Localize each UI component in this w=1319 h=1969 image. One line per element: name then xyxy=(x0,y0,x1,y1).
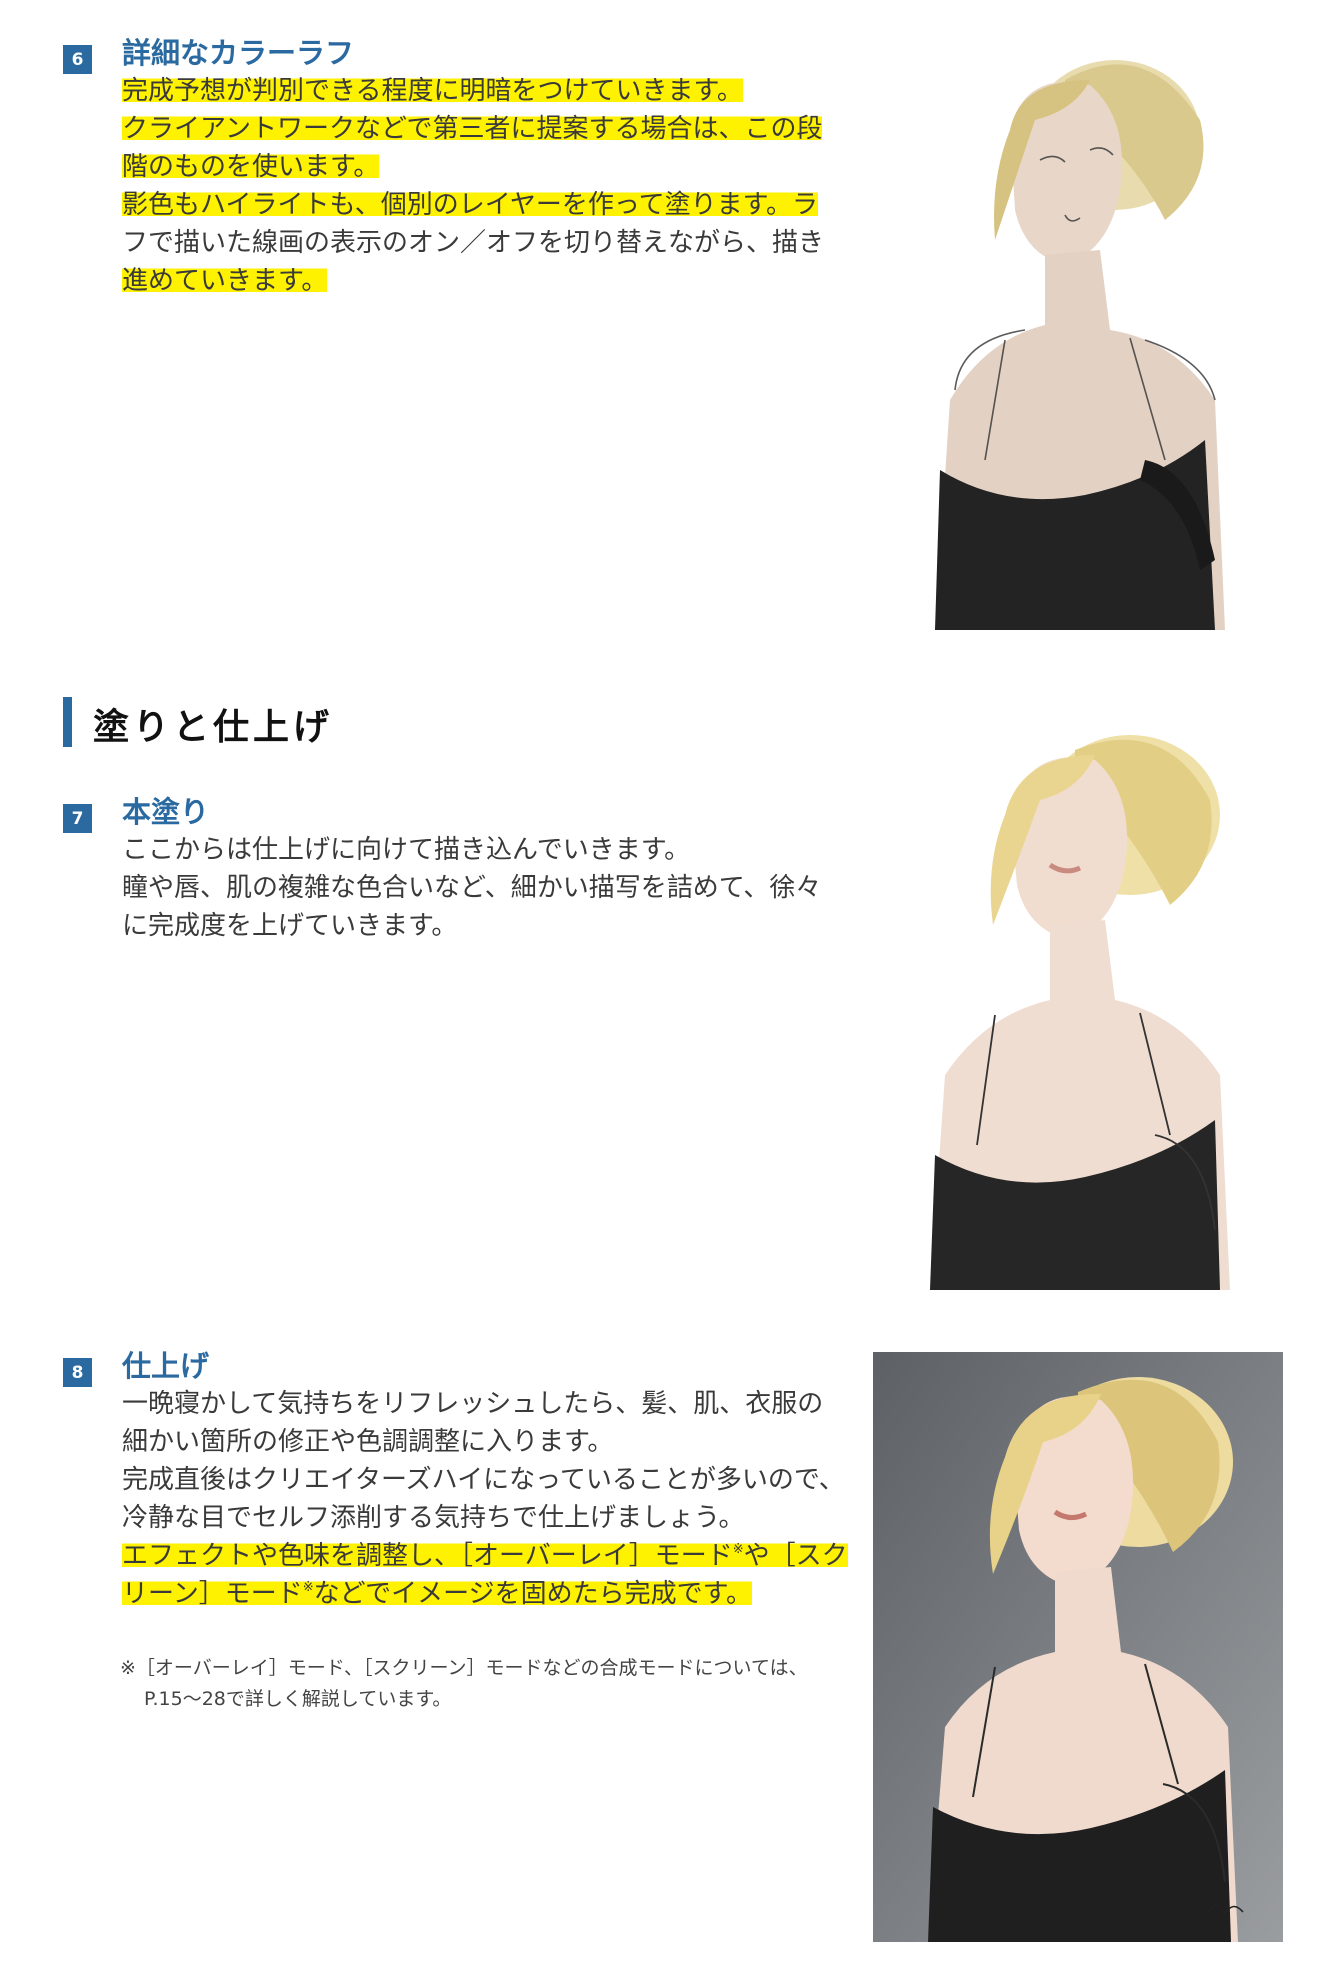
color-rough-illustration xyxy=(915,40,1235,630)
section-heading-bar xyxy=(63,697,72,747)
step-8-number: 8 xyxy=(63,1358,92,1387)
step-8-line-3: 完成直後はクリエイターズハイになっていることが多いので、 xyxy=(122,1465,845,1495)
step-8-line-4: 冷静な目でセルフ添削する気持ちで仕上げましょう。 xyxy=(122,1503,745,1533)
color-rough-figure xyxy=(915,40,1235,630)
step-7-number: 7 xyxy=(63,804,92,833)
step-6-body: 完成予想が判別できる程度に明暗をつけていきます。 クライアントワークなどで第三者… xyxy=(122,72,842,300)
step-7-line-3: に完成度を上げていきます。 xyxy=(122,911,458,941)
step-8-line-6: リーン］モード※などでイメージを固めたら完成です。 xyxy=(122,1579,752,1609)
main-painting-illustration xyxy=(915,715,1235,1290)
finished-illustration xyxy=(873,1352,1283,1942)
step-8-line-5: エフェクトや色味を調整し、［オーバーレイ］モード※や［スク xyxy=(122,1541,848,1571)
step-6-line-3: 階のものを使います。 xyxy=(122,152,380,182)
step-8-body: 一晩寝かして気持ちをリフレッシュしたら、髪、肌、衣服の 細かい箇所の修正や色調調… xyxy=(122,1385,848,1613)
step-6-line-5: フで描いた線画の表示のオン／オフを切り替えながら、描き xyxy=(122,228,825,258)
step-7-line-1: ここからは仕上げに向けて描き込んでいきます。 xyxy=(122,835,691,865)
step-6-line-2: クライアントワークなどで第三者に提案する場合は、この段 xyxy=(122,114,823,144)
step-7-line-2: 瞳や唇、肌の複雑な色合いなど、細かい描写を詰めて、徐々 xyxy=(122,873,822,903)
step-6-number: 6 xyxy=(63,45,92,74)
step-8-line-1: 一晩寝かして気持ちをリフレッシュしたら、髪、肌、衣服の xyxy=(122,1389,824,1419)
step-6-line-1: 完成予想が判別できる程度に明暗をつけていきます。 xyxy=(122,76,743,106)
main-painting-figure xyxy=(915,715,1235,1290)
step-7-body: ここからは仕上げに向けて描き込んでいきます。 瞳や唇、肌の複雑な色合いなど、細か… xyxy=(122,831,842,945)
section-heading: 塗りと仕上げ xyxy=(93,707,334,748)
step-7-title: 本塗り xyxy=(122,795,210,829)
step-6-line-4: 影色もハイライトも、個別のレイヤーを作って塗ります。ラ xyxy=(122,190,819,220)
step-8-title: 仕上げ xyxy=(122,1349,210,1383)
finished-figure xyxy=(873,1352,1283,1942)
step-8-line-2: 細かい箇所の修正や色調調整に入ります。 xyxy=(122,1427,614,1457)
footnote-line-2: P.15～28で詳しく解説しています。 xyxy=(144,1688,452,1710)
footnote: ※［オーバーレイ］モード、［スクリーン］モードなどの合成モードについては、 P.… xyxy=(120,1653,808,1715)
step-6-title: 詳細なカラーラフ xyxy=(122,36,355,70)
step-6-line-6: 進めていきます。 xyxy=(122,266,328,296)
footnote-line-1: ※［オーバーレイ］モード、［スクリーン］モードなどの合成モードについては、 xyxy=(120,1657,808,1679)
